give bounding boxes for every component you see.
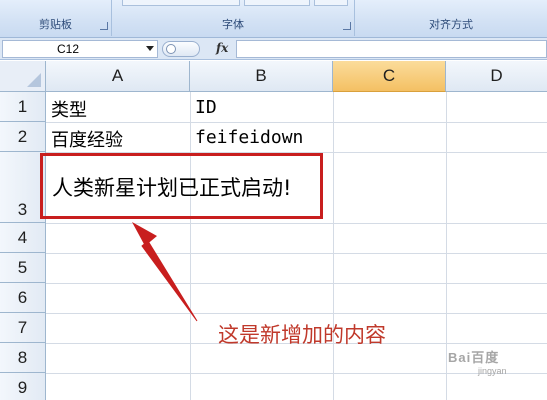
annotation-note: 这是新增加的内容 <box>218 323 386 347</box>
watermark-text: Bai百度 <box>448 350 500 365</box>
watermark-logo: Bai百度 jingyan <box>448 347 507 376</box>
watermark-sub: jingyan <box>478 366 507 376</box>
